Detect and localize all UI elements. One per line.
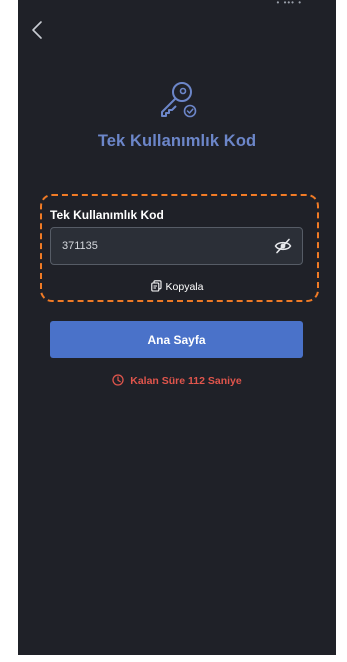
otp-field-label: Tek Kullanımlık Kod (50, 208, 164, 222)
status-indicators: • ••• • (276, 0, 302, 7)
remaining-time-text: Kalan Süre 112 Saniye (130, 375, 242, 387)
chevron-left-icon (32, 21, 42, 39)
copy-button[interactable]: Kopyala (18, 280, 336, 293)
remaining-time: Kalan Süre 112 Saniye (18, 374, 336, 387)
clock-icon (112, 374, 124, 386)
home-button[interactable]: Ana Sayfa (50, 321, 303, 358)
copy-icon (150, 280, 162, 292)
page-title: Tek Kullanımlık Kod (97, 132, 257, 150)
otp-value: 371135 (62, 240, 98, 252)
status-bar: • ••• • (18, 0, 336, 7)
app-screen: • ••• • Tek Kullanımlık Kod Tek Kullanım… (18, 0, 336, 655)
key-check-icon (161, 82, 197, 118)
eye-off-icon[interactable] (274, 238, 292, 254)
otp-field[interactable]: 371135 (50, 227, 303, 265)
back-button[interactable] (28, 18, 48, 42)
copy-label: Kopyala (165, 281, 204, 293)
